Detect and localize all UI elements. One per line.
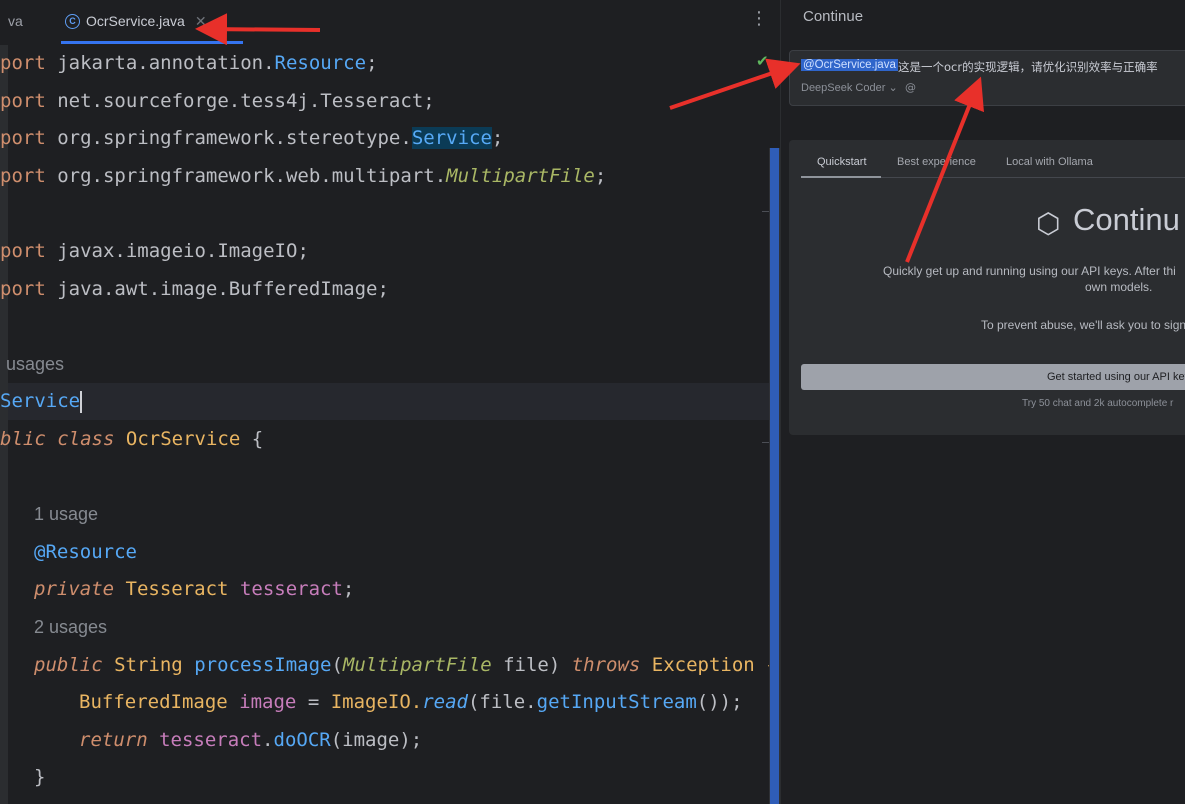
description-text: Quickly get up and running using our API… <box>883 264 1176 278</box>
active-tab-indicator <box>61 41 243 44</box>
continue-logo-icon: ⬡ <box>1036 207 1061 240</box>
tab-label: OcrService.java <box>86 13 185 29</box>
code-line[interactable]: port javax.imageio.ImageIO; <box>0 233 309 271</box>
code-editor[interactable]: va C OcrService.java ✕ ⋮ ✔ port jakarta.an… <box>0 0 780 804</box>
code-line[interactable]: private Tesseract tesseract; <box>34 571 354 609</box>
continue-panel: Continue @OcrService.java 这是一个ocr的实现逻辑，请… <box>780 0 1185 804</box>
active-tab-indicator <box>801 176 881 178</box>
editor-tab-bar: va C OcrService.java ✕ ⋮ <box>0 0 780 45</box>
code-line[interactable]: port org.springframework.stereotype.Serv… <box>0 120 503 158</box>
tab-label: va <box>8 13 23 29</box>
get-started-button[interactable]: Get started using our API key <box>801 364 1185 390</box>
description-text: To prevent abuse, we'll ask you to sign <box>981 318 1185 332</box>
chevron-down-icon: ⌄ <box>888 82 898 94</box>
code-line[interactable]: public String processImage(MultipartFile… <box>34 647 778 685</box>
code-line[interactable]: } <box>34 759 45 797</box>
model-dropdown[interactable]: DeepSeek Coder ⌄ <box>801 81 898 94</box>
onboarding-card: Quickstart Best experience Local with Ol… <box>789 140 1185 435</box>
code-line[interactable]: @Resource <box>34 534 137 572</box>
description-text: own models. <box>1085 280 1153 294</box>
class-icon: C <box>65 13 80 29</box>
tab-quickstart[interactable]: Quickstart <box>817 156 867 168</box>
chat-message-text: 这是一个ocr的实现逻辑，请优化识别效率与正确率 <box>898 60 1158 74</box>
trial-note: Try 50 chat and 2k autocomplete r <box>1022 398 1174 409</box>
continue-logo-text: Continu <box>1073 202 1180 237</box>
code-line[interactable]: BufferedImage image = ImageIO.read(file.… <box>79 684 743 722</box>
file-mention-chip[interactable]: @OcrService.java <box>801 59 898 71</box>
model-name: DeepSeek Coder <box>801 82 886 94</box>
scrollbar-thumb[interactable] <box>770 148 779 804</box>
code-line[interactable]: Service <box>0 383 83 421</box>
code-line[interactable]: port org.springframework.web.multipart.M… <box>0 158 606 196</box>
checkmark-icon: ✔ <box>756 52 769 70</box>
code-line[interactable]: port java.awt.image.BufferedImage; <box>0 271 389 309</box>
button-label: Get started using our API key <box>1047 371 1185 383</box>
close-icon[interactable]: ✕ <box>195 13 207 29</box>
current-line-highlight <box>0 383 780 420</box>
code-line[interactable]: port net.sourceforge.tess4j.Tesseract; <box>0 83 435 121</box>
usages-hint[interactable]: usages <box>6 346 64 384</box>
usages-hint[interactable]: 1 usage <box>34 496 98 534</box>
code-line[interactable]: return tesseract.doOCR(image); <box>79 722 422 760</box>
tab-previous-file[interactable]: va <box>8 0 23 44</box>
at-mention-icon[interactable]: @ <box>905 81 916 94</box>
chat-input[interactable]: @OcrService.java 这是一个ocr的实现逻辑，请优化识别效率与正确… <box>789 50 1185 106</box>
more-options-icon[interactable]: ⋮ <box>750 10 768 28</box>
tab-ocrservice-java[interactable]: C OcrService.java ✕ <box>61 0 243 44</box>
tab-best-experience[interactable]: Best experience <box>897 156 976 168</box>
usages-hint[interactable]: 2 usages <box>34 609 107 647</box>
panel-title: Continue <box>803 8 864 25</box>
code-line[interactable]: port jakarta.annotation.Resource; <box>0 45 378 83</box>
tab-local-ollama[interactable]: Local with Ollama <box>1006 156 1093 168</box>
code-line[interactable]: blic class OcrService { <box>0 421 263 459</box>
text-caret <box>80 390 83 413</box>
